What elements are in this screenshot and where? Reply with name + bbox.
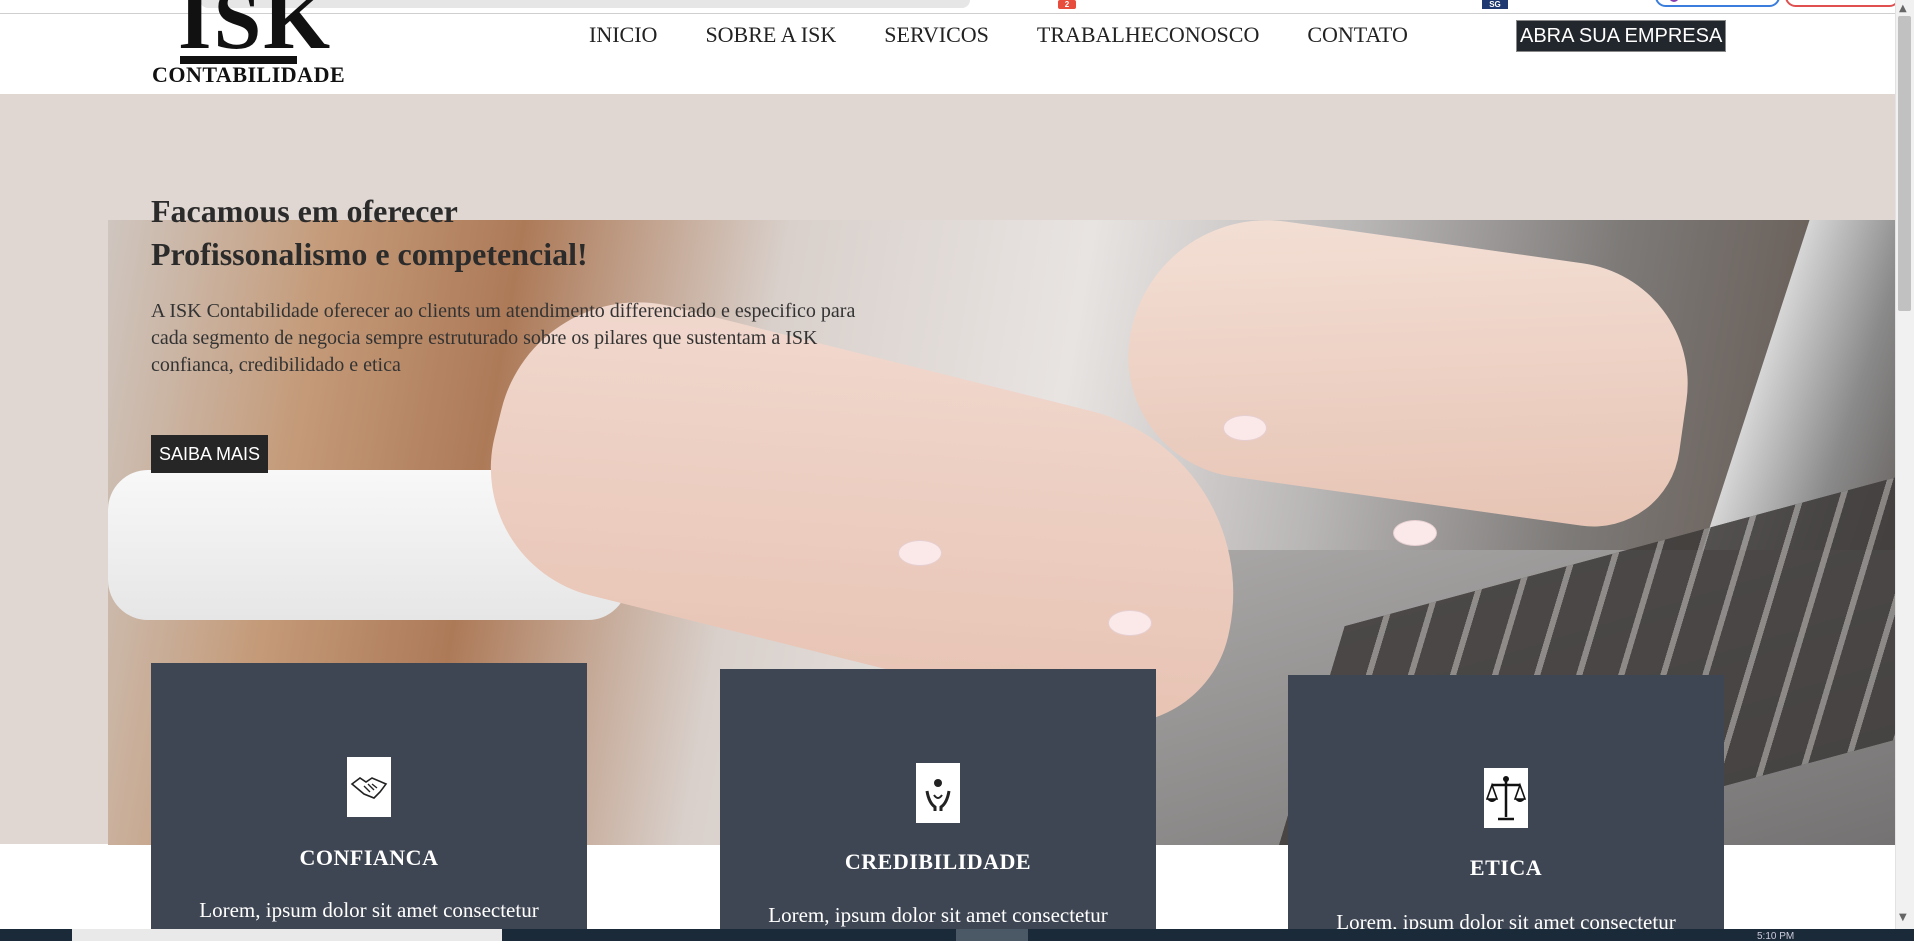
- nav-contato[interactable]: CONTATO: [1307, 20, 1408, 50]
- card-etica[interactable]: ETICA Lorem, ipsum dolor sit amet consec…: [1288, 675, 1724, 941]
- nail-shape: [1393, 520, 1437, 546]
- card-text: Lorem, ipsum dolor sit amet consectetur: [199, 898, 539, 922]
- handshake-icon: [347, 757, 391, 817]
- profile-button[interactable]: [1655, 0, 1780, 7]
- card-title: ETICA: [1469, 855, 1543, 880]
- extension-badge[interactable]: SG: [1482, 0, 1508, 9]
- card-credibilidade[interactable]: CREDIBILIDADE Lorem, ipsum dolor sit ame…: [720, 669, 1156, 941]
- abra-sua-empresa-button[interactable]: ABRA SUA EMPRESA: [1516, 20, 1727, 52]
- notification-badge[interactable]: 2: [1058, 0, 1076, 9]
- logo-mark: ISK: [178, 0, 333, 67]
- logo-text: CONTABILIDADE: [152, 62, 346, 87]
- hero-title: Facamous em oferecer Profissonalismo e c…: [151, 190, 911, 276]
- card-confianca[interactable]: CONFIANCA Lorem, ipsum dolor sit amet co…: [151, 663, 587, 941]
- hands-care-icon: [916, 763, 960, 823]
- nail-shape: [1108, 610, 1152, 636]
- logo[interactable]: ISK CONTABILIDADE: [150, 0, 360, 94]
- saiba-mais-button[interactable]: SAIBA MAIS: [151, 435, 269, 473]
- scrollbar-thumb[interactable]: [1898, 16, 1911, 311]
- hero-title-line-1: Facamous em oferecer: [151, 193, 458, 229]
- scroll-down-arrow-icon[interactable]: ▼: [1899, 912, 1907, 923]
- card-text: Lorem, ipsum dolor sit amet consectetur: [768, 903, 1108, 927]
- main-nav: INICIO SOBRE A ISK SERVICOS TRABALHECONO…: [589, 20, 1456, 50]
- site-header: ISK CONTABILIDADE INICIO SOBRE A ISK SER…: [0, 0, 1895, 94]
- nav-servicos[interactable]: SERVICOS: [884, 20, 989, 50]
- scales-icon: [1484, 768, 1528, 828]
- taskbar-clock[interactable]: 5:10 PM: [1757, 931, 1794, 941]
- page: 2 SG ISK CONTABILIDADE INICIO SOBRE A IS…: [0, 0, 1914, 941]
- nav-sobre[interactable]: SOBRE A ISK: [705, 20, 836, 50]
- nail-shape: [1223, 415, 1267, 441]
- taskbar-app-active[interactable]: [956, 929, 1028, 941]
- taskbar-app[interactable]: [72, 929, 502, 941]
- scroll-up-arrow-icon[interactable]: ▲: [1899, 3, 1907, 14]
- hero-description: A ISK Contabilidade oferecer ao clients …: [151, 300, 856, 376]
- card-title: CONFIANCA: [299, 845, 439, 870]
- hero-title-line-2: Profissonalismo e competencial!: [151, 236, 588, 272]
- browser-action-button[interactable]: [1785, 0, 1900, 7]
- hero-text: Facamous em oferecer Profissonalismo e c…: [151, 190, 911, 379]
- card-title: CREDIBILIDADE: [844, 849, 1032, 874]
- nav-trabalhe-conosco[interactable]: TRABALHECONOSCO: [1037, 20, 1259, 50]
- nav-inicio[interactable]: INICIO: [589, 20, 657, 50]
- nail-shape: [898, 540, 942, 566]
